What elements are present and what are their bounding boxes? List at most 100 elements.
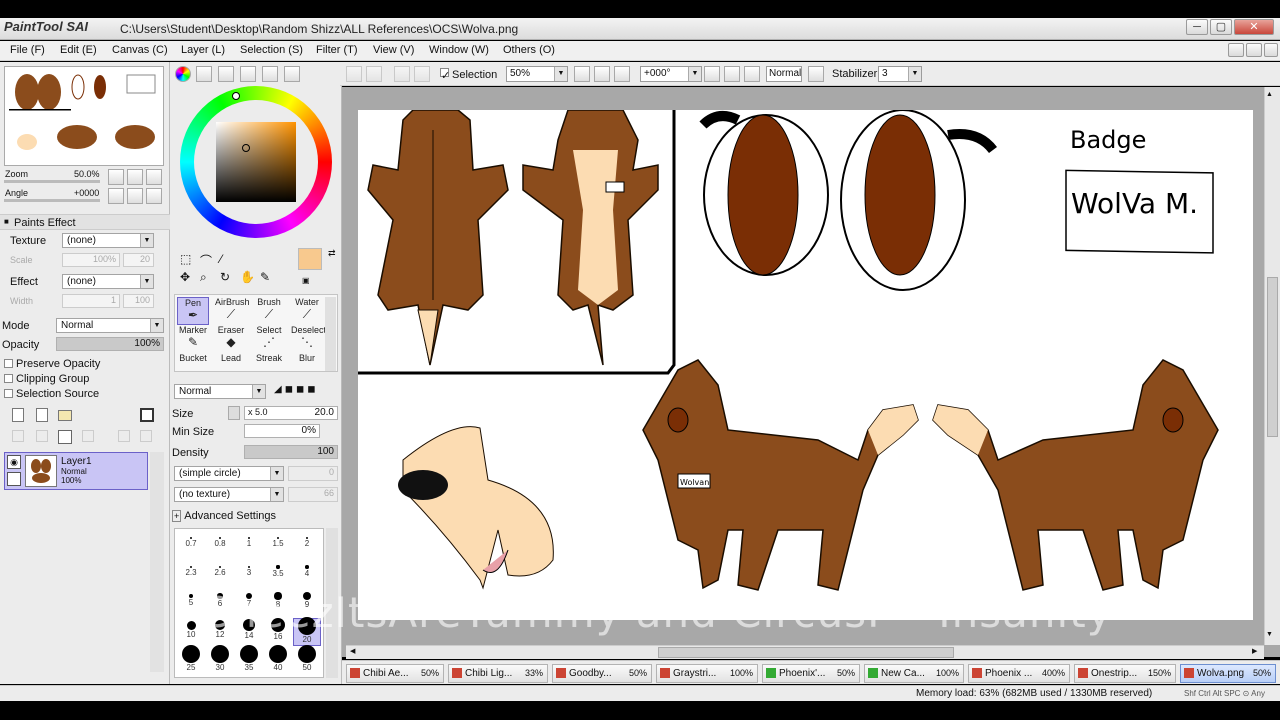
select-rect-icon[interactable]: ⬚ <box>180 252 191 266</box>
eye-icon[interactable]: ◉ <box>7 455 21 469</box>
new-linework-layer-icon[interactable] <box>36 408 48 422</box>
toolbar-zoom-in-button[interactable] <box>594 66 610 82</box>
scroll-down-icon[interactable]: ▼ <box>1266 631 1273 638</box>
toolbar-rotate-reset-button[interactable] <box>744 66 760 82</box>
size-slider[interactable]: x 5.0 20.0 <box>244 406 338 420</box>
navigator-preview[interactable] <box>4 66 164 166</box>
menu-edit[interactable]: Edit (E) <box>60 44 97 56</box>
paints-effect-header[interactable]: ■ Paints Effect <box>0 214 170 230</box>
brush-size-preset[interactable]: 0.8 <box>206 531 234 559</box>
angle-slider[interactable] <box>4 199 100 202</box>
move-icon[interactable]: ✥ <box>180 270 190 284</box>
selection-checkbox[interactable]: ✓ Selection <box>440 68 497 82</box>
merge-down-icon[interactable] <box>36 430 48 442</box>
new-folder-icon[interactable] <box>58 410 72 421</box>
texture-select[interactable]: (none) ▼ <box>62 233 154 248</box>
canvas[interactable]: Badge WolVa M. Wolvan <box>358 109 1253 620</box>
doc-tab[interactable]: Chibi Ae... 50% <box>346 664 444 683</box>
zoom-slider[interactable] <box>4 180 100 183</box>
menu-filter[interactable]: Filter (T) <box>316 44 358 56</box>
doc-tab[interactable]: Chibi Lig... 33% <box>448 664 548 683</box>
doc-tab[interactable]: Onestrip... 150% <box>1074 664 1176 683</box>
tool-select[interactable]: Select ⋰ <box>253 325 285 353</box>
toolbar-rotate-right-button[interactable] <box>724 66 740 82</box>
density-slider[interactable]: 100 <box>244 445 338 459</box>
brush-size-preset[interactable]: 2 <box>293 531 321 559</box>
width-input[interactable]: 100 <box>123 294 154 308</box>
maximize-button[interactable]: ▢ <box>1210 19 1232 35</box>
hue-marker[interactable] <box>232 92 240 100</box>
menu-layer[interactable]: Layer (L) <box>181 44 225 56</box>
tool-bucket[interactable]: Bucket <box>177 353 209 371</box>
rotate-right-button[interactable] <box>127 188 143 204</box>
doc-tab[interactable]: New Ca... 100% <box>864 664 964 683</box>
menu-window[interactable]: Window (W) <box>429 44 489 56</box>
menu-view[interactable]: View (V) <box>373 44 414 56</box>
brush-size-preset[interactable]: 0.7 <box>177 531 205 559</box>
scroll-right-icon[interactable]: ▶ <box>1252 647 1257 655</box>
brush-texture-select[interactable]: (no texture) ▼ <box>174 487 284 502</box>
eyedropper-icon[interactable]: ✎ <box>260 270 270 284</box>
color-wheel-mode-icon[interactable] <box>175 66 191 82</box>
doc-minimize-button[interactable] <box>1228 43 1244 57</box>
min-size-slider[interactable]: 0% <box>244 424 320 438</box>
horizontal-scroll-thumb[interactable] <box>658 647 954 658</box>
brush-size-preset[interactable]: 35 <box>235 645 263 675</box>
brush-shape-select[interactable]: (simple circle) ▼ <box>174 466 284 481</box>
zoom-reset-button[interactable] <box>146 169 162 185</box>
tool-lead[interactable]: Lead <box>215 353 247 371</box>
tool-marker[interactable]: Marker ✎ <box>177 325 209 353</box>
doc-restore-button[interactable] <box>1246 43 1262 57</box>
new-layer-icon[interactable] <box>12 408 24 422</box>
rotate-left-button[interactable] <box>108 188 124 204</box>
menu-selection[interactable]: Selection (S) <box>240 44 303 56</box>
horizontal-scrollbar[interactable]: ◀ ▶ <box>346 645 1264 659</box>
brush-size-preset[interactable]: 2.6 <box>206 560 234 588</box>
deselect-button[interactable] <box>394 66 410 82</box>
doc-tab[interactable]: Goodby... 50% <box>552 664 652 683</box>
brush-edge-shapes[interactable]: ◢◼◼◼ <box>274 384 338 400</box>
doc-tab-active[interactable]: Wolva.png 50% <box>1180 664 1276 683</box>
size-multiplier-button[interactable] <box>228 406 240 420</box>
color-mixer-mode-icon[interactable] <box>284 66 300 82</box>
brush-size-preset[interactable]: 3.5 <box>264 560 292 588</box>
menu-canvas[interactable]: Canvas (C) <box>112 44 168 56</box>
clear-layer-icon[interactable] <box>58 430 72 444</box>
invert-selection-button[interactable] <box>414 66 430 82</box>
tool-eraser[interactable]: Eraser ◆ <box>215 325 247 353</box>
preserve-opacity-checkbox[interactable]: Preserve Opacity <box>4 358 100 370</box>
layer-scrollbar[interactable] <box>150 452 164 672</box>
doc-tab[interactable]: Phoenix ... 400% <box>968 664 1070 683</box>
transfer-down-icon[interactable] <box>12 430 24 442</box>
zoom-icon[interactable]: ⌕ <box>200 270 207 285</box>
swap-colors-icon[interactable]: ⇄ <box>328 248 336 259</box>
redo-button[interactable] <box>366 66 382 82</box>
tool-deselect[interactable]: Deselect ⋱ <box>291 325 326 353</box>
hsv-slider-mode-icon[interactable] <box>218 66 234 82</box>
tool-pen[interactable]: Pen ✒ <box>177 297 209 325</box>
brush-blend-select[interactable]: Normal ▼ <box>174 384 266 399</box>
vertical-scroll-thumb[interactable] <box>1267 277 1278 437</box>
delete-layer-icon[interactable] <box>82 430 94 442</box>
brush-texture-strength[interactable]: 66 <box>288 487 338 502</box>
vertical-scrollbar[interactable]: ▲ ▼ <box>1264 87 1280 645</box>
flip-button[interactable] <box>808 66 824 82</box>
scroll-up-icon[interactable]: ▲ <box>1266 91 1273 98</box>
undo-button[interactable] <box>346 66 362 82</box>
brush-size-preset[interactable]: 50 <box>293 645 321 675</box>
saturation-value-square[interactable] <box>216 122 296 202</box>
toolbar-zoom-out-button[interactable] <box>574 66 590 82</box>
scratchpad-mode-icon[interactable] <box>262 66 278 82</box>
zoom-select[interactable]: 50% ▼ <box>506 66 568 82</box>
lasso-icon[interactable]: ⌒ <box>200 252 212 269</box>
doc-tab[interactable]: Graystri... 100% <box>656 664 758 683</box>
angle-select[interactable]: +000° ▼ <box>640 66 702 82</box>
brush-size-preset[interactable]: 25 <box>177 645 205 675</box>
scale-input[interactable]: 20 <box>123 253 154 267</box>
scroll-left-icon[interactable]: ◀ <box>350 647 355 655</box>
layer-mode-select[interactable]: Normal ▼ <box>56 318 164 333</box>
layer-mask-icon[interactable] <box>140 408 154 422</box>
width-slider[interactable]: 1 <box>62 294 120 308</box>
brush-size-preset[interactable]: 1.5 <box>264 531 292 559</box>
tool-brush[interactable]: Brush ⟋ <box>253 297 285 325</box>
